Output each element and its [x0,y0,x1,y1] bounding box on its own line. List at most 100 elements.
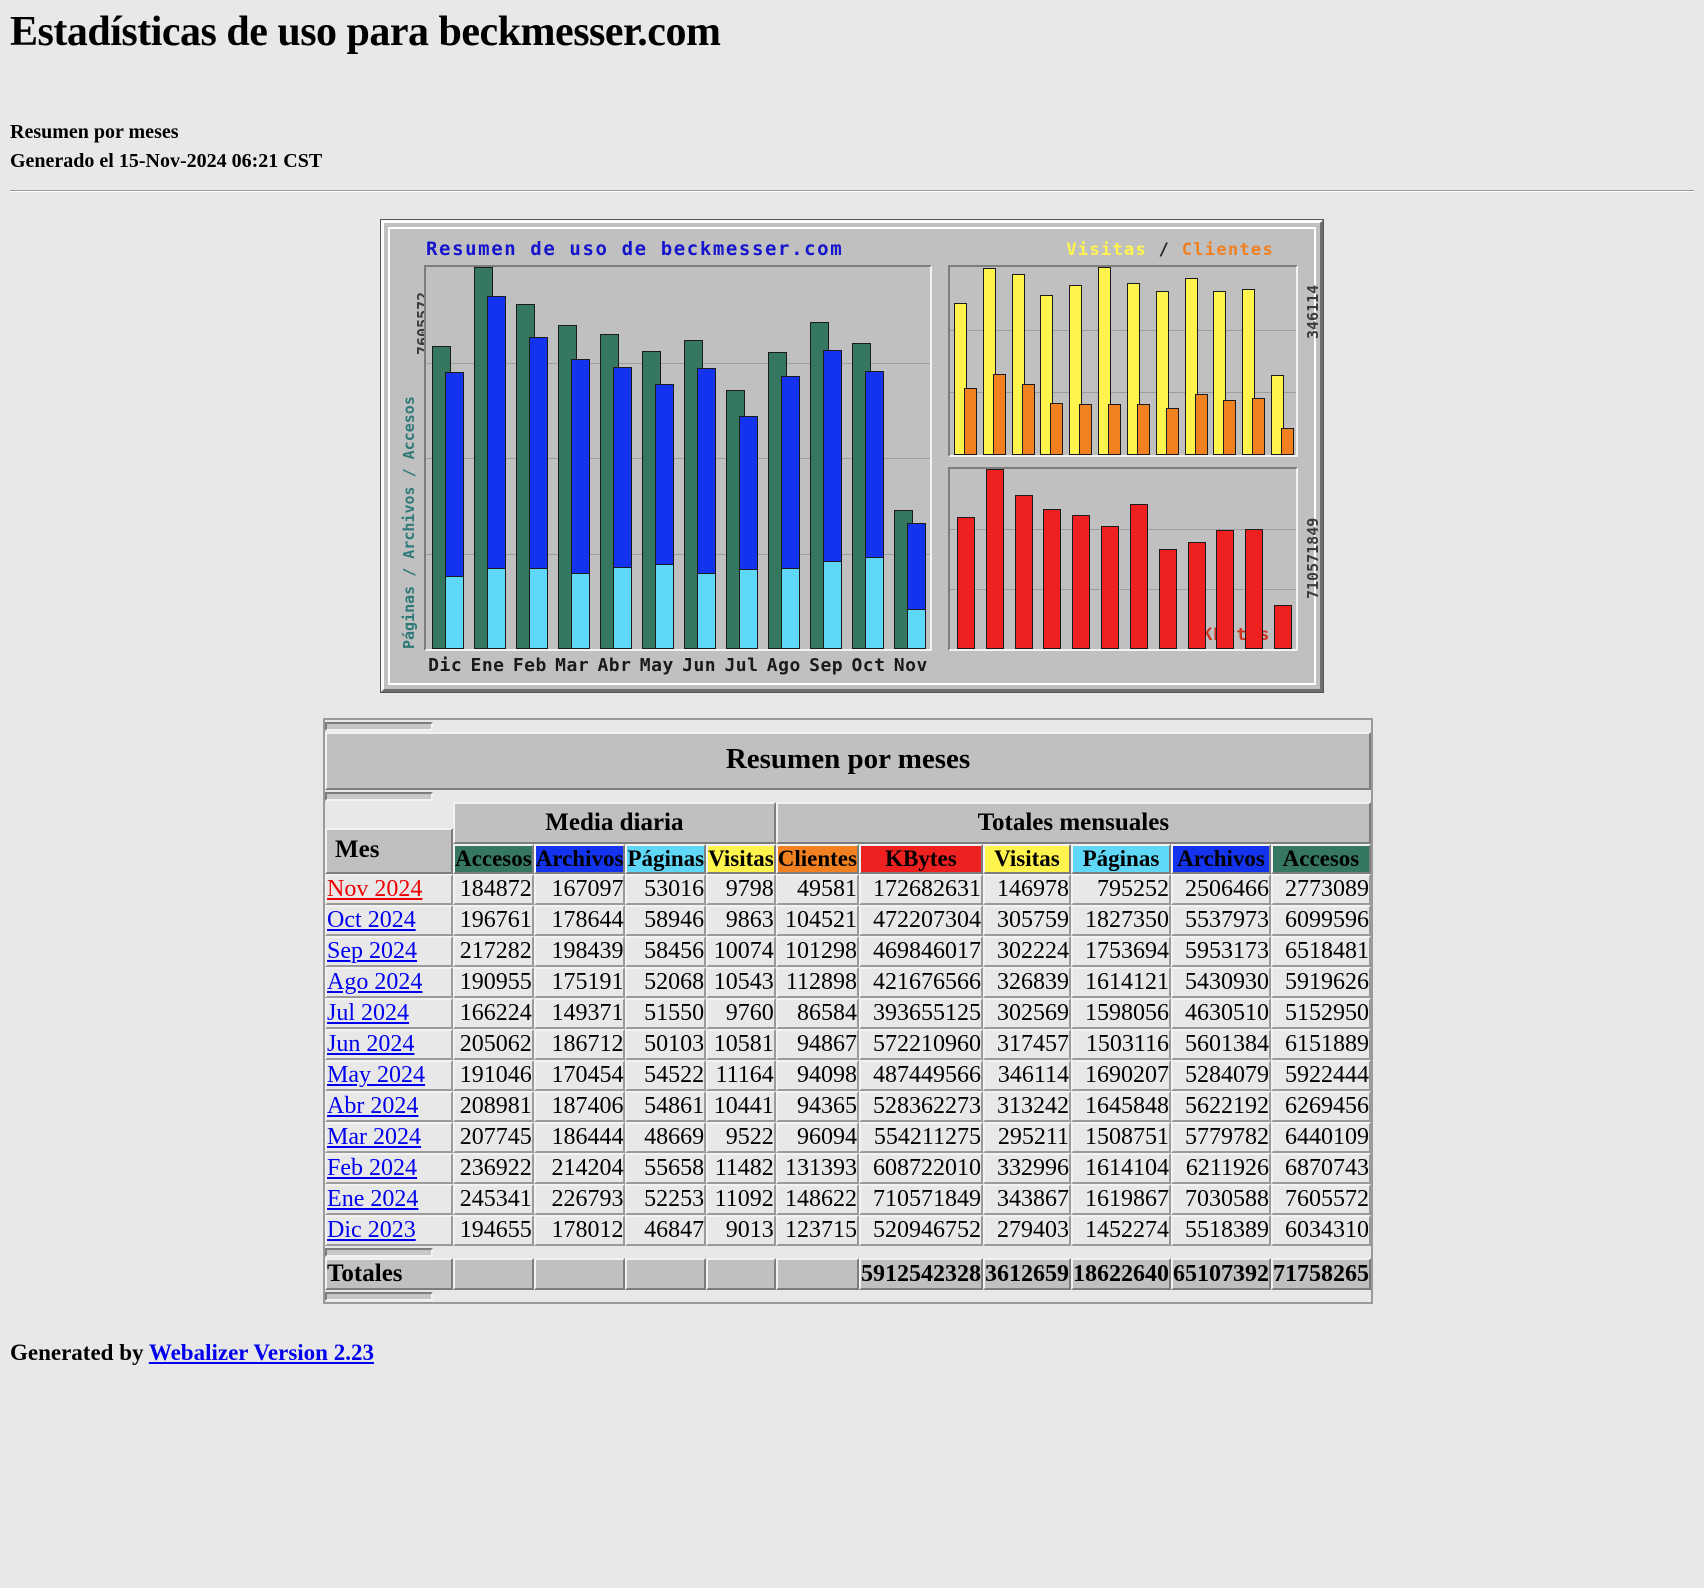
totals-empty-cell [453,1258,534,1290]
x-tick-label: Ene [470,655,505,676]
table-caption-row: Resumen por meses [325,732,1371,790]
month-link[interactable]: Oct 2024 [327,907,416,933]
x-tick-label: May [639,655,674,676]
data-cell: 236922 [453,1153,534,1184]
data-cell: 346114 [982,1060,1071,1091]
month-link[interactable]: Dic 2023 [327,1217,416,1243]
month-cell: Sep 2024 [325,936,454,967]
month-link[interactable]: Ago 2024 [327,969,422,995]
data-cell: 131393 [775,1153,859,1184]
x-tick-label: Abr [597,655,632,676]
table-row: Dic 2023 194655 178012 46847 9013 123715 52094… [325,1215,1371,1246]
data-cell: 94365 [775,1091,859,1122]
data-cell: 9013 [706,1215,776,1246]
month-link[interactable]: Ene 2024 [327,1186,418,1212]
data-cell: 5430930 [1170,967,1271,998]
x-tick-label: Mar [555,655,590,676]
data-cell: 572210960 [858,1029,983,1060]
totals-empty-cell [625,1258,707,1290]
data-cell: 9522 [706,1122,776,1153]
table-row: Jun 2024 205062 186712 50103 10581 94867 57221… [325,1029,1371,1060]
month-link[interactable]: Nov 2024 [327,876,422,902]
decorative-bar [325,1291,434,1301]
data-cell: 217282 [453,936,534,967]
data-cell: 5518389 [1170,1215,1271,1246]
data-cell: 148622 [775,1184,859,1215]
table-caption: Resumen por meses [325,732,1371,790]
month-link[interactable]: May 2024 [327,1062,425,1088]
data-cell: 187406 [533,1091,626,1122]
data-cell: 10543 [706,967,776,998]
totals-empty-cell [533,1258,626,1290]
page-title: Estadísticas de uso para beckmesser.com [10,9,721,55]
data-cell: 49581 [775,874,859,905]
page-root: Estadísticas de uso para beckmesser.com … [0,8,1704,1366]
month-link[interactable]: Abr 2024 [327,1093,418,1119]
x-tick-label: Sep [809,655,844,676]
data-cell: 528362273 [858,1091,983,1122]
legend-sites-label: Clientes [1181,240,1274,260]
data-cell: 6034310 [1270,1215,1371,1246]
column-header-total-pages: Páginas [1070,844,1171,874]
data-cell: 10441 [706,1091,776,1122]
webalizer-version-link[interactable]: Webalizer Version 2.23 [149,1340,374,1365]
x-tick-label: Jul [724,655,759,676]
data-cell: 208981 [453,1091,534,1122]
data-cell: 48669 [625,1122,707,1153]
data-cell: 205062 [453,1029,534,1060]
month-cell: Jul 2024 [325,998,454,1029]
data-cell: 608722010 [858,1153,983,1184]
usage-graph-image: Resumen de uso de beckmesser.com Visitas… [381,220,1323,692]
data-cell: 198439 [533,936,626,967]
data-cell: 46847 [625,1215,707,1246]
table-row: Sep 2024 217282 198439 58456 10074 101298 4698… [325,936,1371,967]
x-tick-label: Ago [766,655,801,676]
month-link[interactable]: Mar 2024 [327,1124,421,1150]
column-header-total-visits: Visitas [982,844,1071,874]
x-tick-label: Jun [682,655,717,676]
visits-sites-plot [948,265,1298,457]
generated-timestamp: Generado el 15-Nov-2024 06:21 CST [10,150,323,172]
x-tick-label: Nov [893,655,928,676]
table-row: May 2024 191046 170454 54522 11164 94098 48744… [325,1060,1371,1091]
data-cell: 94098 [775,1060,859,1091]
data-cell: 302224 [982,936,1071,967]
data-cell: 184872 [453,874,534,905]
data-cell: 54861 [625,1091,707,1122]
data-cell: 1614121 [1070,967,1171,998]
data-cell: 5537973 [1170,905,1271,936]
graph-x-axis: Dic Ene Feb Mar Abr May Jun Jul Ago Sep … [424,655,932,676]
month-cell: Dic 2023 [325,1215,454,1246]
month-cell: Ago 2024 [325,967,454,998]
x-tick-label: Oct [851,655,886,676]
legend-separator: / [1158,240,1171,260]
month-link[interactable]: Jul 2024 [327,1000,409,1026]
column-header-avg-files: Archivos [533,844,626,874]
data-cell: 51550 [625,998,707,1029]
data-cell: 5622192 [1170,1091,1271,1122]
table-spacer-row [325,1246,1371,1258]
data-cell: 11164 [706,1060,776,1091]
data-cell: 101298 [775,936,859,967]
totals-hits: 71758265 [1270,1258,1371,1290]
month-link[interactable]: Sep 2024 [327,938,417,964]
totals-empty-cell [706,1258,776,1290]
month-link[interactable]: Feb 2024 [327,1155,417,1181]
data-cell: 421676566 [858,967,983,998]
data-cell: 226793 [533,1184,626,1215]
data-cell: 313242 [982,1091,1071,1122]
table-spacer-row [325,1290,1371,1302]
data-cell: 795252 [1070,874,1171,905]
totals-visits: 3612659 [982,1258,1071,1290]
data-cell: 123715 [775,1215,859,1246]
data-cell: 178644 [533,905,626,936]
data-cell: 4630510 [1170,998,1271,1029]
table-spacer-row [325,790,1371,802]
data-cell: 186712 [533,1029,626,1060]
data-cell: 6518481 [1270,936,1371,967]
decorative-bar [325,721,434,731]
data-cell: 332996 [982,1153,1071,1184]
month-link[interactable]: Jun 2024 [327,1031,414,1057]
monthly-summary-table: Resumen por meses Mes Media diaria Total… [323,718,1373,1304]
data-cell: 317457 [982,1029,1071,1060]
